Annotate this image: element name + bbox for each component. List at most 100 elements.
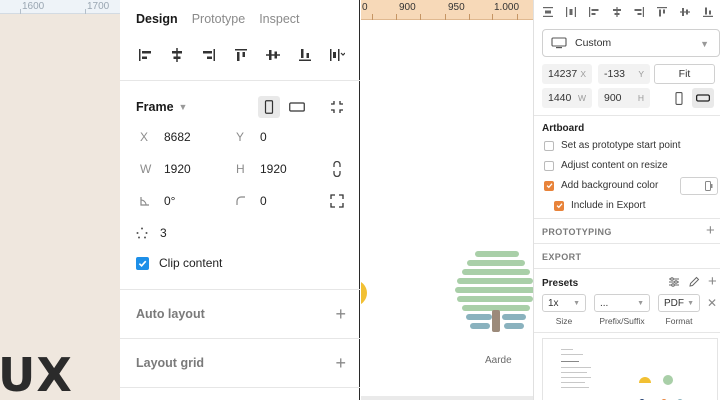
adjust-content-row[interactable]: Adjust content on resize [544,160,668,171]
distribute-vertical-button[interactable] [540,4,556,20]
ruler-tick [517,14,518,20]
x-unit-label: X [580,69,586,79]
corner-radius-value[interactable]: 0 [260,194,267,208]
left-canvas[interactable]: 1600 1700 UX [0,0,120,400]
export-prefix-value: ... [600,297,609,309]
corner-radius-field[interactable]: 0 [236,191,267,211]
y-position-field[interactable]: -133 Y [598,64,650,84]
align-left-icon [588,7,599,17]
layout-grid-section[interactable]: Layout grid + [136,353,346,373]
background-color-swatch[interactable] [680,177,718,195]
width-field[interactable]: 1440 W [542,88,592,108]
landscape-button[interactable] [286,96,308,118]
width-value[interactable]: 1440 [548,92,571,104]
tab-prototype[interactable]: Prototype [192,12,246,26]
y-unit-label: Y [638,69,644,79]
pencil-icon[interactable] [688,276,700,288]
align-horizontal-center-icon [172,48,182,62]
prototype-start-row[interactable]: Set as prototype start point [544,140,681,151]
h-field[interactable]: H 1920 [236,159,287,179]
y-value[interactable]: 0 [260,130,267,144]
portrait-icon [264,100,274,114]
include-export-checkbox[interactable] [554,200,564,211]
h-label: H [236,162,245,176]
align-toolbar [134,44,348,66]
distribute-button[interactable] [326,44,348,66]
canvas-ux-text: UX [0,348,73,400]
prototyping-heading[interactable]: PROTOTYPING [542,227,612,237]
artboard-preset-select[interactable]: Custom ▼ [542,29,720,57]
center-canvas[interactable]: 0 900 950 1.000 Aarde [361,0,533,400]
export-prefix-select[interactable]: ... ▼ [594,294,650,312]
align-right-button[interactable] [198,44,220,66]
thumb-line [561,377,591,378]
background-color-checkbox[interactable] [544,180,554,191]
include-export-row[interactable]: Include in Export [554,200,646,211]
align-bottom-button[interactable] [294,44,316,66]
align-right-button[interactable] [631,4,647,20]
portrait-button[interactable] [258,96,280,118]
align-vertical-center-button[interactable] [262,44,284,66]
clip-content-row[interactable]: Clip content [136,256,222,270]
h-value[interactable]: 1920 [260,162,287,176]
distribute-horizontal-button[interactable] [563,4,579,20]
tree-illustration[interactable] [455,248,533,334]
portrait-button[interactable] [668,88,690,108]
frame-title[interactable]: Frame [136,100,174,114]
x-field[interactable]: X 8682 [140,127,191,147]
landscape-button[interactable] [692,88,714,108]
auto-layout-section[interactable]: Auto layout + [136,304,346,324]
align-left-button[interactable] [134,44,156,66]
scroll-track[interactable] [361,396,533,400]
align-bottom-icon [702,7,713,17]
rotation-value[interactable]: 0° [164,194,175,208]
remove-export-icon[interactable]: ✕ [707,296,717,310]
points-field[interactable]: 3 [136,223,167,243]
height-value[interactable]: 900 [604,92,622,104]
chevron-down-icon[interactable]: ▼ [179,102,188,112]
layout-grid-title: Layout grid [136,356,205,370]
y-position-value[interactable]: -133 [604,68,625,80]
adjust-content-checkbox[interactable] [544,160,554,171]
align-top-button[interactable] [654,4,670,20]
fit-button[interactable]: Fit [654,64,715,84]
x-position-value[interactable]: 14237 [548,68,577,80]
x-value[interactable]: 8682 [164,130,191,144]
constrain-proportions-button[interactable] [328,160,346,178]
thumb-line [561,349,573,350]
export-preview-thumbnail [542,338,718,400]
ruler-label: 1.000 [494,2,520,13]
rotation-field[interactable]: 0° [140,191,175,211]
add-export-icon[interactable]: + [708,274,717,289]
align-bottom-button[interactable] [700,4,716,20]
add-prototyping-icon[interactable]: + [706,223,715,238]
export-size-select[interactable]: 1x ▼ [542,294,586,312]
align-horizontal-center-button[interactable] [166,44,188,66]
portrait-icon [675,91,683,105]
monitor-icon [551,37,567,49]
independent-corners-button[interactable] [328,192,346,210]
align-top-button[interactable] [230,44,252,66]
add-auto-layout-icon[interactable]: + [335,305,346,323]
prototype-start-checkbox[interactable] [544,140,554,151]
w-field[interactable]: W 1920 [140,159,191,179]
tab-inspect[interactable]: Inspect [259,12,299,26]
export-format-select[interactable]: PDF ▼ [658,294,700,312]
background-color-row[interactable]: Add background color [544,180,658,191]
include-export-label: Include in Export [571,200,646,211]
y-field[interactable]: Y 0 [236,127,267,147]
x-position-field[interactable]: 14237 X [542,64,592,84]
divider [534,243,720,244]
resize-to-fit-button[interactable] [326,96,348,118]
w-value[interactable]: 1920 [164,162,191,176]
tab-design[interactable]: Design [136,12,178,26]
sliders-icon[interactable] [668,276,680,288]
height-field[interactable]: 900 H [598,88,650,108]
yellow-shape[interactable] [361,280,367,306]
align-center-button[interactable] [609,4,625,20]
add-layout-grid-icon[interactable]: + [335,354,346,372]
align-middle-button[interactable] [677,4,693,20]
align-left-button[interactable] [586,4,602,20]
points-value[interactable]: 3 [160,226,167,240]
clip-content-checkbox[interactable] [136,256,149,270]
